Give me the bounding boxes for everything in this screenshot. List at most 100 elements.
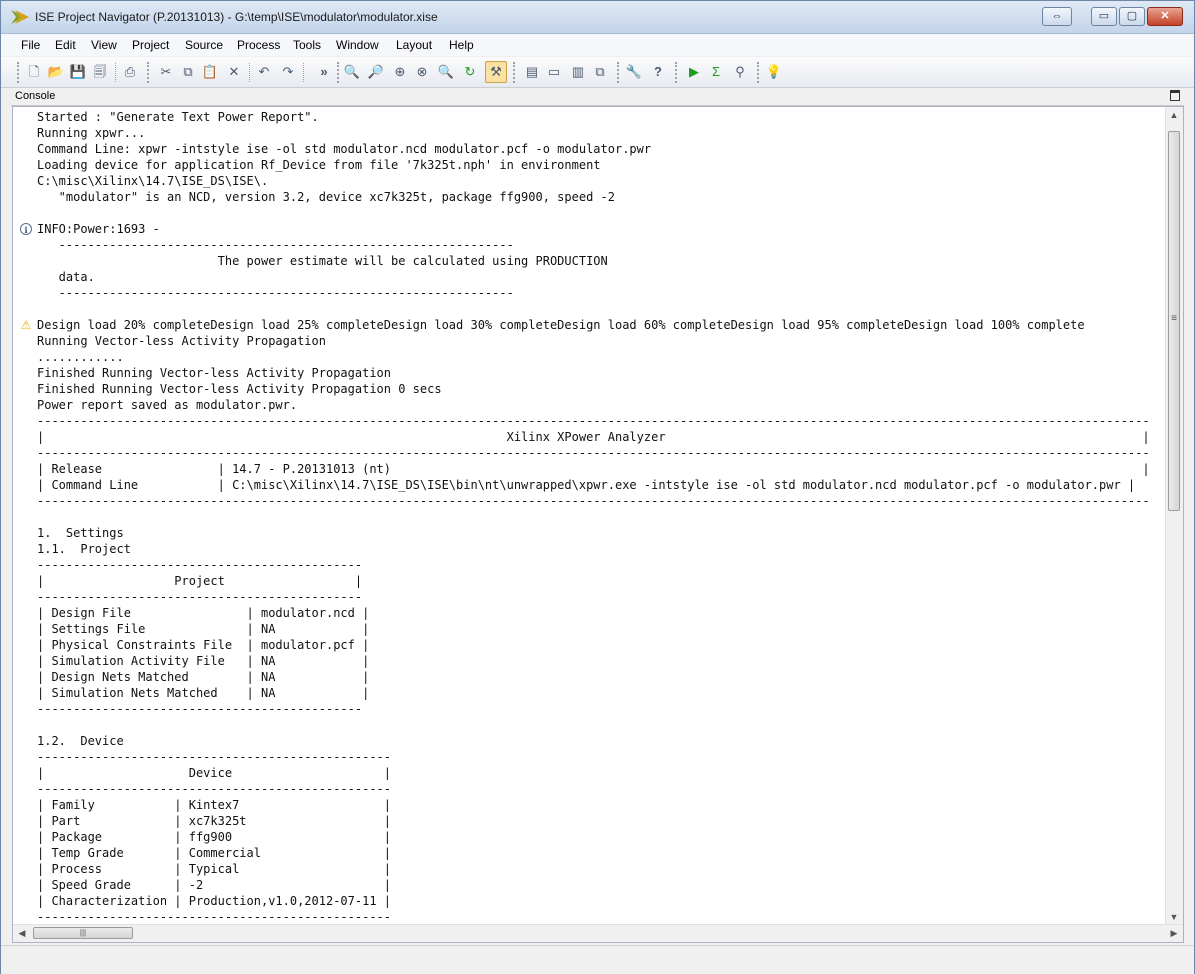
console-line: C:\misc\Xilinx\14.7\ISE_DS\ISE\. [37,174,269,188]
float-window-icon[interactable]: ⧉ [591,63,609,81]
scroll-left-icon[interactable]: ◀ [16,928,28,939]
scroll-up-icon[interactable]: ▲ [1168,110,1180,120]
console-line: | Simulation Activity File | NA | [37,654,370,668]
delete-icon[interactable]: ✕ [225,63,243,81]
console-line: ----------------------------------------… [37,558,363,572]
console-line: ----------------------------------------… [37,702,363,716]
sum-icon[interactable]: Σ [707,63,725,81]
menu-view[interactable]: View [91,38,117,52]
refresh-icon[interactable]: ↻ [461,63,479,81]
menu-file[interactable]: File [21,38,40,52]
toolbar-grip[interactable] [147,62,152,83]
menu-project[interactable]: Project [132,38,169,52]
panel-title: Console [15,90,56,102]
scroll-down-icon[interactable]: ▼ [1168,912,1180,922]
console-line: | Family | Kintex7 | [37,798,392,812]
menu-bar: File Edit View Project Source Process To… [1,34,1194,56]
tile-horizontal-icon[interactable]: ▭ [545,63,563,81]
console-line: Started : "Generate Text Power Report". [37,110,319,124]
toolbar-separator [115,63,117,82]
toolbar-grip[interactable] [757,62,762,83]
toolbar-grip[interactable] [675,62,680,83]
console-line: ----------------------------------------… [37,750,392,764]
console-line: ............ [37,350,124,364]
menu-process[interactable]: Process [237,38,280,52]
new-file-icon[interactable]: 🗋 [25,63,43,81]
toolbar-grip[interactable] [617,62,622,83]
print-icon[interactable]: ⎙ [121,63,139,81]
horizontal-scrollbar[interactable]: ◀ ||| ▶ [13,924,1183,942]
console-line: ----------------------------------------… [37,590,363,604]
console-line: ----------------------------------------… [37,414,1150,428]
overflow-icon[interactable]: » [315,63,333,81]
console-line: Finished Running Vector-less Activity Pr… [37,382,442,396]
toolbar-grip[interactable] [337,62,342,83]
menu-source[interactable]: Source [185,38,223,52]
horizontal-scroll-thumb[interactable]: ||| [33,927,133,939]
lightbulb-icon[interactable]: 💡 [765,63,783,81]
console-line: The power estimate will be calculated us… [37,254,608,268]
toolbar-grip[interactable] [513,62,518,83]
scroll-right-icon[interactable]: ▶ [1168,928,1180,939]
find-icon[interactable]: 🔍 [437,63,455,81]
console-line: | Xilinx XPower Analyzer | [37,430,1150,444]
toolbar-separator [249,63,251,82]
menu-layout[interactable]: Layout [396,38,432,52]
vertical-grip-icon: ≡ [1171,313,1177,324]
maximize-button[interactable]: ▢ [1119,7,1145,26]
save-icon[interactable]: 💾 [69,63,87,81]
console-line: 1. Settings [37,526,124,540]
zoom-select-icon[interactable]: ⊗ [413,63,431,81]
save-all-icon[interactable]: 🗐 [91,63,109,81]
toolbar-separator [303,63,305,82]
menu-edit[interactable]: Edit [55,38,76,52]
cascade-windows-icon[interactable]: ▤ [523,63,541,81]
redo-icon[interactable]: ↷ [279,63,297,81]
console-line: 1.2. Device [37,734,124,748]
console-line: Running xpwr... [37,126,146,140]
console-line: | Device | [37,766,392,780]
console-line: | Physical Constraints File | modulator.… [37,638,370,652]
tile-vertical-icon[interactable]: ▥ [569,63,587,81]
run-icon[interactable]: ▶ [685,63,703,81]
title-bar[interactable]: ISE Project Navigator (P.20131013) - G:\… [1,1,1194,34]
menu-help[interactable]: Help [449,38,474,52]
console-line: Power report saved as modulator.pwr. [37,398,298,412]
zoom-in-icon[interactable]: 🔍 [343,63,361,81]
tools-wrench-icon[interactable]: 🔧 [625,63,643,81]
console-line: INFO:Power:1693 - [37,222,160,236]
console-line: ----------------------------------------… [37,238,514,252]
menu-window[interactable]: Window [336,38,379,52]
design-tools-icon[interactable]: ⚒ [485,61,507,83]
menu-tools[interactable]: Tools [293,38,321,52]
console-line: Design load 20% completeDesign load 25% … [37,318,1085,332]
zoom-out-icon[interactable]: 🔎 [367,63,385,81]
status-bar [1,945,1194,974]
pin-icon[interactable]: ⚲ [731,63,749,81]
zoom-full-icon[interactable]: ⊕ [391,63,409,81]
restore-icon[interactable]: ⇔ [1042,7,1072,26]
paste-icon[interactable]: 📋 [201,63,219,81]
minimize-button[interactable]: ▭ [1091,7,1117,26]
help-context-icon[interactable]: ? [649,63,667,81]
console-line: | Part | xc7k325t | [37,814,392,828]
vertical-scrollbar[interactable]: ▲ ≡ ▼ [1165,107,1183,925]
close-button[interactable]: ✕ [1147,7,1183,26]
console-line: Running Vector-less Activity Propagation [37,334,326,348]
panel-maximize-icon[interactable] [1170,90,1180,101]
console-output[interactable]: i ⚠ Started : "Generate Text Power Repor… [12,106,1184,943]
main-window: ISE Project Navigator (P.20131013) - G:\… [0,0,1195,974]
console-line: | Temp Grade | Commercial | [37,846,392,860]
copy-icon[interactable]: ⧉ [179,63,197,81]
info-icon: i [20,223,32,235]
console-text[interactable]: Started : "Generate Text Power Report". R… [37,109,1167,925]
console-gutter: i ⚠ [13,107,35,942]
open-folder-icon[interactable]: 📂 [47,63,65,81]
cut-icon[interactable]: ✂ [157,63,175,81]
undo-icon[interactable]: ↶ [255,63,273,81]
toolbar-grip[interactable] [17,62,22,83]
console-line: | Settings File | NA | [37,622,370,636]
